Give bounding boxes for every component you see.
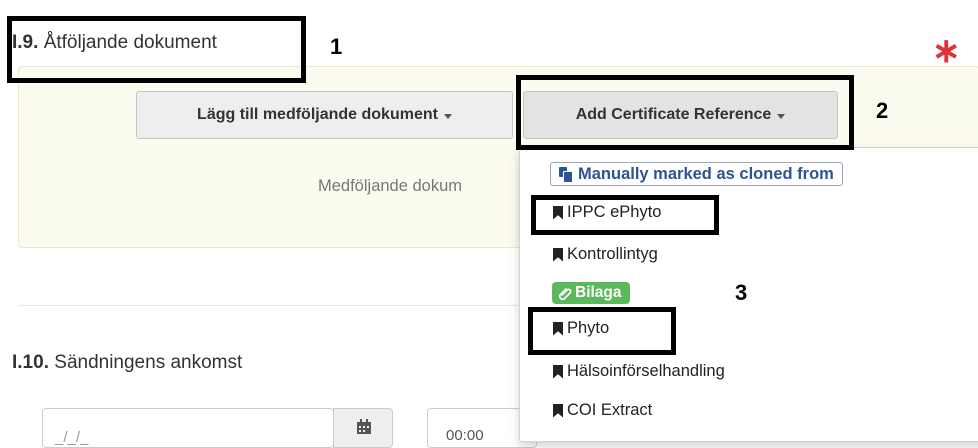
section-i10-title: Sändningens ankomst	[54, 352, 243, 373]
section-i10-heading: I.10. Sändningens ankomst	[12, 352, 242, 374]
annotation-number-2: 2	[876, 98, 889, 123]
annotation-number-1: 1	[330, 34, 343, 59]
annotation-box-1	[7, 16, 306, 83]
date-value: _/_/_	[55, 429, 89, 446]
menu-item-halsoinforselhandling[interactable]: Hälsoinförselhandling	[553, 362, 725, 381]
menu-item-label: Kontrollintyg	[567, 245, 658, 263]
manually-marked-cloned-button[interactable]: Manually marked as cloned from	[550, 162, 843, 186]
menu-item-label: Hälsoinförselhandling	[567, 362, 725, 380]
menu-item-label: Bilaga	[575, 284, 622, 301]
required-marker: ∗	[932, 32, 961, 70]
chevron-down-icon	[443, 114, 452, 119]
time-value: 00:00	[446, 427, 484, 444]
annotation-box-phyto	[528, 307, 676, 355]
menu-item-label: COI Extract	[567, 401, 653, 419]
menu-item-coi-extract[interactable]: COI Extract	[553, 401, 652, 420]
annotation-box-ippc	[531, 195, 719, 235]
section-i10-number: I.10.	[12, 352, 49, 373]
menu-item-kontrollintyg[interactable]: Kontrollintyg	[553, 245, 658, 264]
bookmark-icon	[553, 403, 563, 418]
copy-icon	[559, 167, 573, 183]
bookmark-icon	[553, 364, 563, 379]
arrival-date-input[interactable]: _/_/_	[42, 408, 334, 448]
paperclip-icon	[558, 288, 572, 300]
bookmark-icon	[553, 247, 563, 262]
empty-documents-hint: Medföljande dokum	[318, 177, 463, 195]
add-accompanying-document-button[interactable]: Lägg till medföljande dokument	[136, 91, 513, 139]
annotation-number-3: 3	[735, 280, 748, 305]
add-accompanying-document-label: Lägg till medföljande dokument	[197, 106, 438, 123]
calendar-button[interactable]	[333, 408, 393, 448]
annotation-box-2	[516, 75, 854, 150]
menu-item-bilaga[interactable]: Bilaga	[552, 282, 630, 304]
section-divider	[18, 305, 518, 306]
calendar-icon	[357, 419, 371, 434]
cloned-label: Manually marked as cloned from	[578, 164, 834, 183]
